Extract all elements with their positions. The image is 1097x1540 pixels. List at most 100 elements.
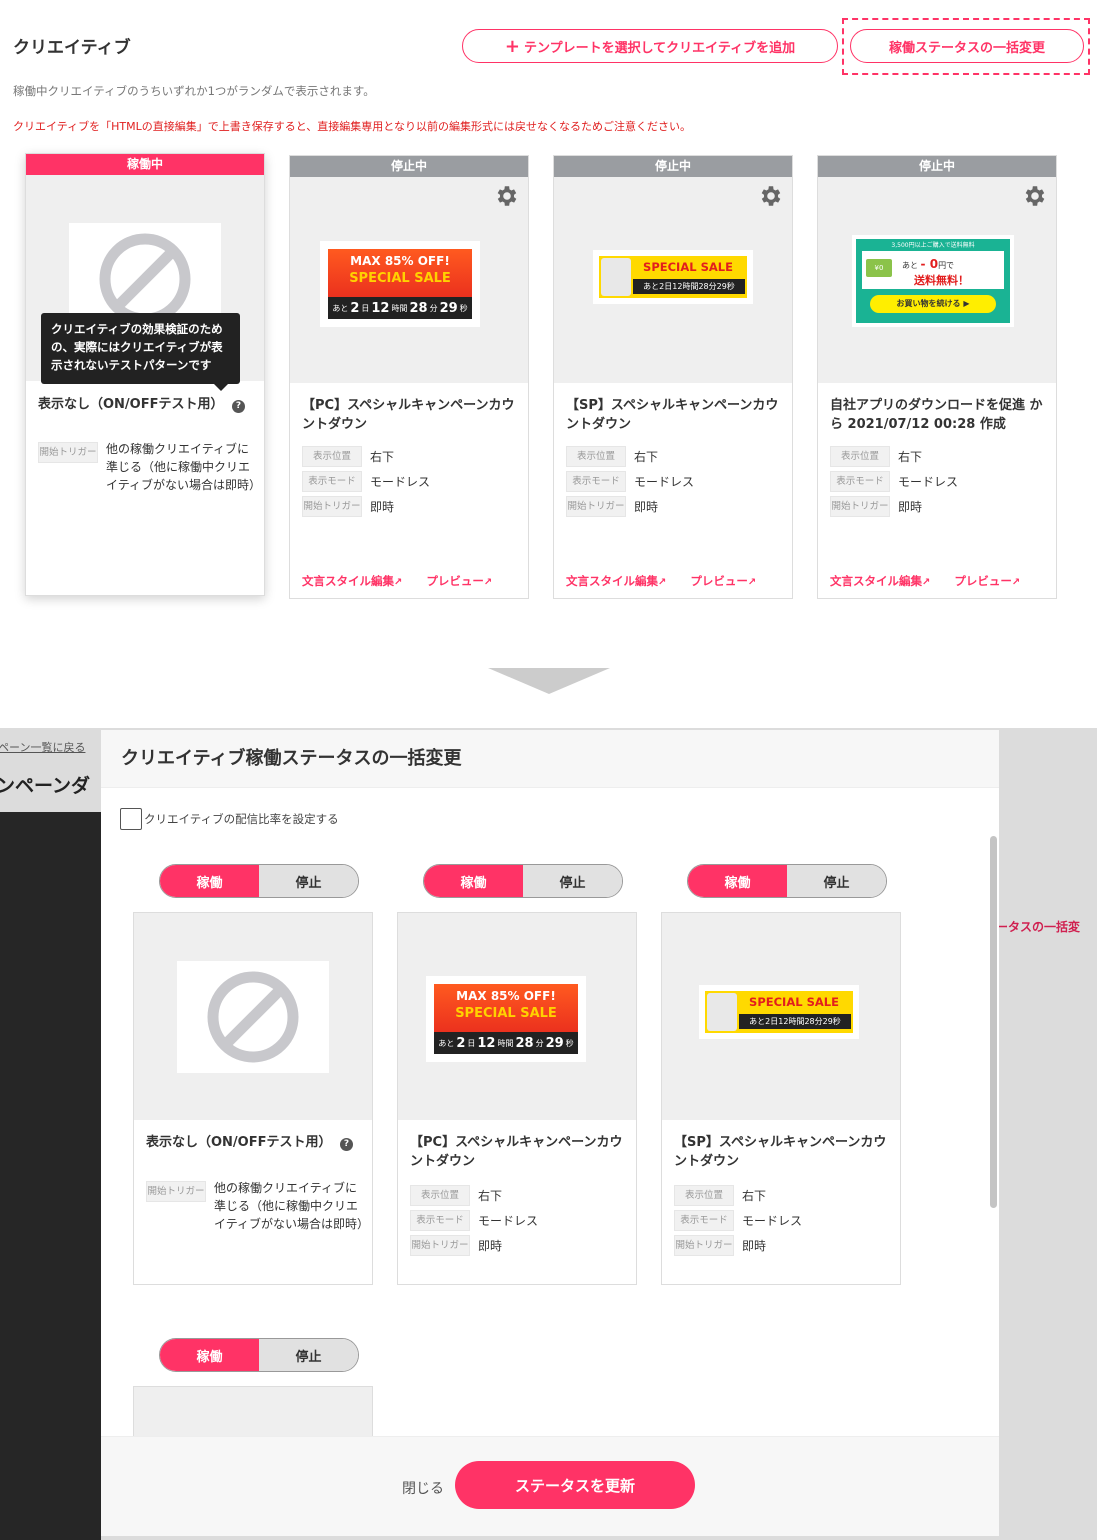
info-text: 稼働中クリエイティブのうちいずれか1つがランダムで表示されます。 [13,84,375,98]
creative-card: SPECIAL SALE あと2日12時間28分29秒 【SP】スペシャルキャン… [661,912,901,1285]
close-button[interactable]: 閉じる [402,1478,444,1498]
edit-style-link[interactable]: 文言スタイル編集↗ [566,573,666,589]
toggle-on[interactable]: 稼働 [688,865,787,897]
toggle-off[interactable]: 停止 [259,865,358,897]
toggle-on[interactable]: 稼働 [424,865,523,897]
status-toggle[interactable]: 稼働 停止 [687,864,887,898]
trigger-label: 開始トリガー [566,496,626,517]
banner-app-free: 送料無料！ [914,274,969,287]
external-link-icon: ↗ [922,577,931,588]
mode-label: 表示モード [566,471,626,492]
toggle-off[interactable]: 停止 [787,865,886,897]
external-link-icon: ↗ [1011,577,1021,588]
gear-icon[interactable] [494,183,520,209]
trigger-value: 即時 [898,500,923,514]
cd-h: 12 [477,1035,496,1051]
toggle-off[interactable]: 停止 [259,1339,358,1371]
mode-value: モードレス [370,475,431,489]
position-label: 表示位置 [566,446,626,467]
card-title: 表示なし（ON/OFFテスト用） ? [146,1133,354,1152]
edit-style-label: 文言スタイル編集 [566,574,658,588]
card-links: 文言スタイル編集↗ プレビュー↗ [302,573,492,589]
creative-card[interactable]: 停止中 SPECIAL SALE あと2日12時間28分29秒 【SP】スペシャ… [553,155,793,599]
gear-icon[interactable] [1022,183,1048,209]
ratio-checkbox[interactable] [120,808,142,830]
position-label: 表示位置 [830,446,890,467]
preview-label: プレビュー [690,574,748,588]
card-props: 表示位置 右下 表示モード モードレス 開始トリガー 即時 [830,446,958,521]
banner-sp: SPECIAL SALE あと2日12時間28分29秒 [699,985,859,1039]
creative-card[interactable]: 停止中 3,500円以上ご購入で送料無料 ¥0 あと - 0円で 送料無料！ お… [817,155,1057,599]
cd-m-unit: 分 [535,1038,544,1048]
banner-countdown: あと 2日 12 時間 28 分 29 秒 [434,1032,578,1054]
tooltip: クリエイティブの効果検証のための、実際にはクリエイティブが表示されないテストパタ… [41,313,240,391]
banner-app-yen: 円で [938,261,955,270]
trigger-value: 他の稼働クリエイティブに準じる（他に稼働中クリエイティブがない場合は即時） [106,442,262,492]
cd-s-unit: 秒 [459,303,468,313]
cd-s-unit: 秒 [565,1038,574,1048]
plus-icon: + [504,35,520,57]
position-value: 右下 [742,1189,767,1203]
banner-app: 3,500円以上ご購入で送料無料 ¥0 あと - 0円で 送料無料！ お買い物を… [852,235,1014,327]
trigger-value: 他の稼働クリエイティブに準じる（他に稼働中クリエイティブがない場合は即時） [214,1181,370,1231]
creative-thumbnail: SPECIAL SALE あと2日12時間28分29秒 [662,913,900,1120]
gear-icon[interactable] [758,183,784,209]
card-title: 【SP】スペシャルキャンペーンカウントダウン [674,1135,887,1169]
background-overlay [0,812,101,1540]
toggle-on[interactable]: 稼働 [160,1339,259,1371]
creative-card: MAX 85% OFF! SPECIAL SALE あと 2日 12 時間 28 分… [397,912,637,1285]
trigger-value: 即時 [742,1239,767,1253]
external-link-icon: ↗ [658,577,667,588]
edit-style-label: 文言スタイル編集 [830,574,922,588]
status-badge: 停止中 [290,156,528,177]
status-toggle[interactable]: 稼働 停止 [423,864,623,898]
trigger-value: 即時 [634,500,659,514]
card-props: 表示位置 右下 表示モード モードレス 開始トリガー 即時 [566,446,694,521]
update-status-button[interactable]: ステータスを更新 [455,1461,695,1509]
preview-link[interactable]: プレビュー↗ [954,573,1020,589]
card-props: 開始トリガー 他の稼働クリエイティブに準じる（他に稼働中クリエイティブがない場合… [146,1181,370,1237]
trigger-label: 開始トリガー [38,442,98,463]
preview-link[interactable]: プレビュー↗ [426,573,492,589]
preview-label: プレビュー [426,574,484,588]
help-icon[interactable]: ? [340,1138,354,1151]
cd-d: 2 [456,1035,466,1051]
creative-card[interactable]: 停止中 MAX 85% OFF! SPECIAL SALE あと 2日 12 時間… [289,155,529,599]
preview-link[interactable]: プレビュー↗ [690,573,756,589]
background-status-button: ータスの一括変 [996,920,1081,934]
banner-countdown: あと 2日 12 時間 28 分 29 秒 [328,297,472,319]
toggle-on[interactable]: 稼働 [160,865,259,897]
trigger-label: 開始トリガー [146,1181,206,1202]
banner-line1: MAX 85% OFF! [456,989,556,1003]
help-icon[interactable]: ? [232,400,246,413]
cd-ato: あと [332,303,349,313]
banner-line2: SPECIAL SALE [349,271,451,286]
banner-pc: MAX 85% OFF! SPECIAL SALE あと 2日 12 時間 28 分… [320,241,480,327]
status-badge: 停止中 [554,156,792,177]
card-props: 表示位置 右下 表示モード モードレス 開始トリガー 即時 [674,1185,802,1260]
bulk-status-button[interactable]: 稼働ステータスの一括変更 [850,29,1084,63]
cd-ato: あと [438,1038,455,1048]
banner-line2: SPECIAL SALE [455,1006,557,1021]
toggle-off[interactable]: 停止 [523,865,622,897]
trigger-label: 開始トリガー [830,496,890,517]
external-link-icon: ↗ [747,577,757,588]
add-creative-button[interactable]: + テンプレートを選択してクリエイティブを追加 [462,29,838,63]
creative-thumbnail: 3,500円以上ご購入で送料無料 ¥0 あと - 0円で 送料無料！ お買い物を… [818,177,1056,383]
card-title: 【PC】スペシャルキャンペーンカウントダウン [410,1135,623,1169]
card-title-text: 表示なし（ON/OFFテスト用） [38,397,224,412]
status-toggle[interactable]: 稼働 停止 [159,1338,359,1372]
modal-scrollbar[interactable] [990,836,997,1208]
status-toggle[interactable]: 稼働 停止 [159,864,359,898]
card-props: 表示位置 右下 表示モード モードレス 開始トリガー 即時 [410,1185,538,1260]
trigger-label: 開始トリガー [302,496,362,517]
card-props: 表示位置 右下 表示モード モードレス 開始トリガー 即時 [302,446,430,521]
external-link-icon: ↗ [394,577,403,588]
ratio-label: クリエイティブの配信比率を設定する [144,812,339,826]
breadcrumb: ペーン一覧に戻る [0,741,86,754]
banner-app-ato: あと [902,261,918,270]
banner-sp-line1: SPECIAL SALE [749,995,839,1009]
edit-style-link[interactable]: 文言スタイル編集↗ [830,573,930,589]
ratio-setting[interactable]: クリエイティブの配信比率を設定する [120,808,339,830]
edit-style-link[interactable]: 文言スタイル編集↗ [302,573,402,589]
